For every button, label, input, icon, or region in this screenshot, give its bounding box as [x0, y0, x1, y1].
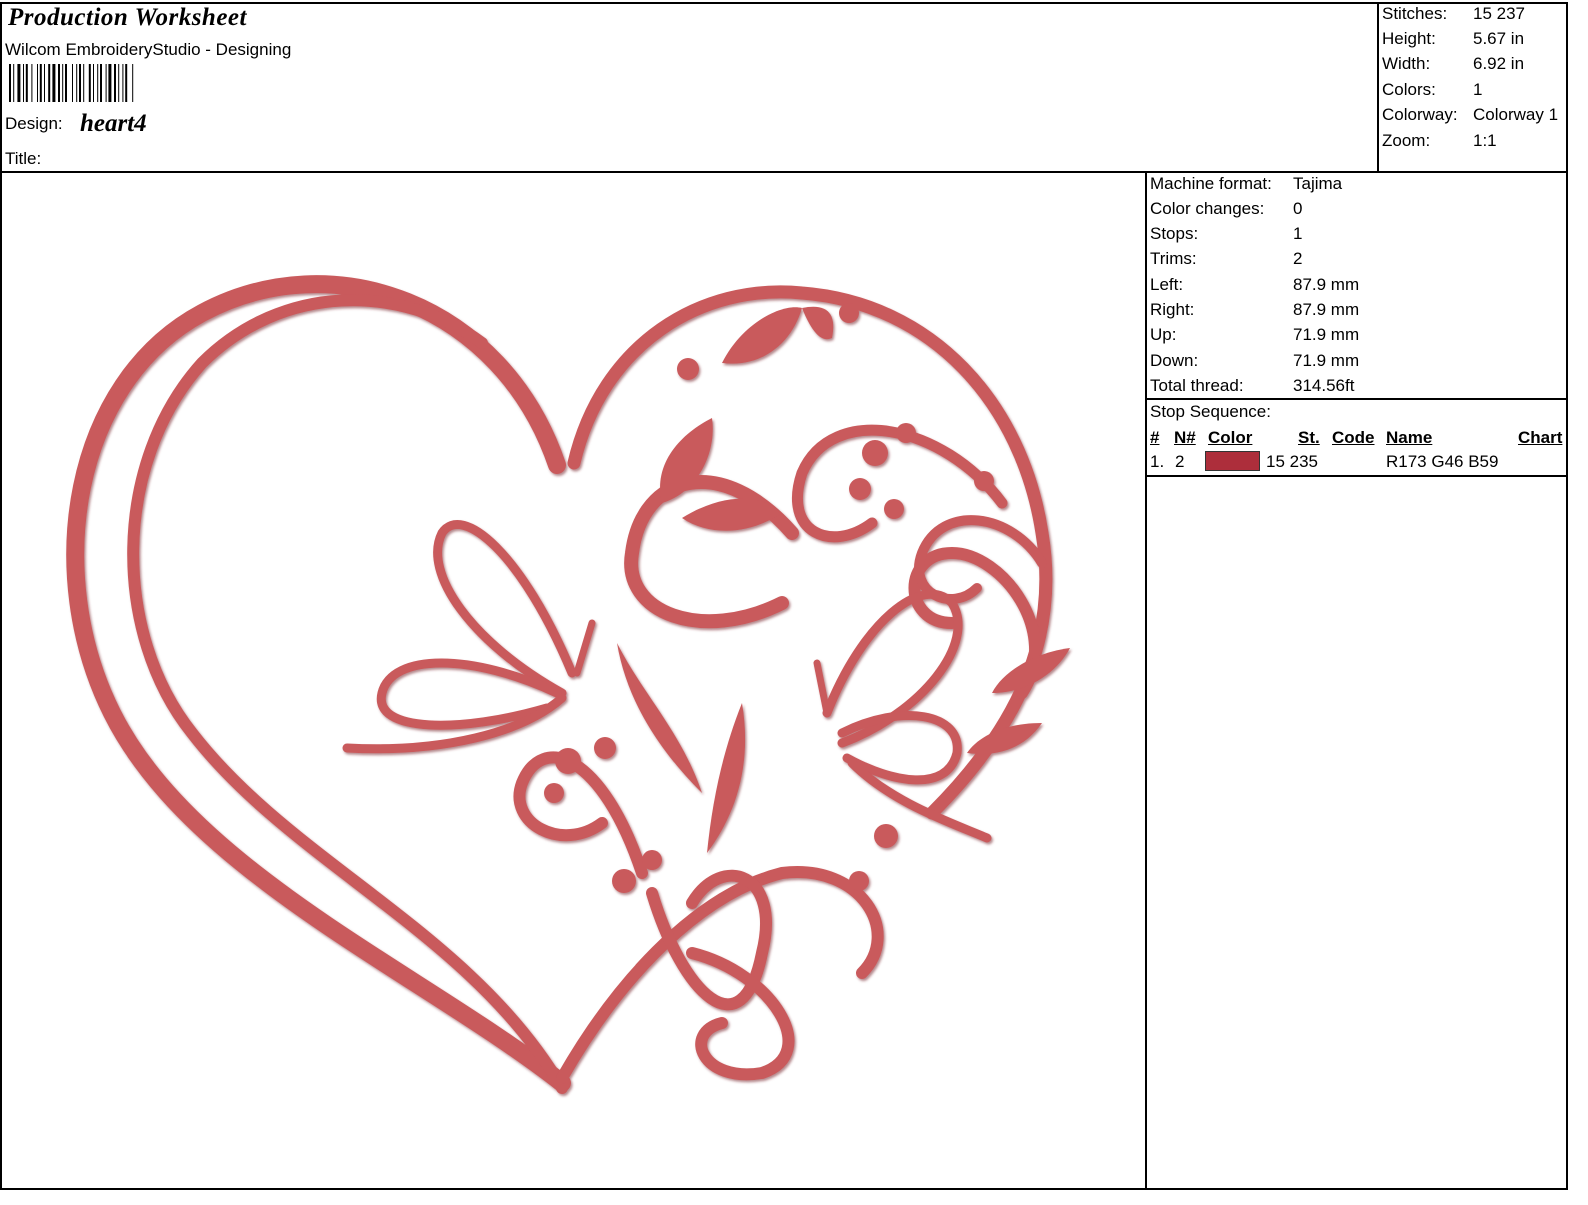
info-label: Trims: — [1150, 249, 1197, 268]
stat-label: Zoom: — [1382, 131, 1431, 150]
right-border — [1566, 2, 1568, 1190]
info-value: 71.9 mm — [1293, 325, 1360, 344]
panel-divider — [1145, 171, 1147, 1189]
app-name: Wilcom EmbroideryStudio - Designing — [5, 40, 292, 59]
info-value: 87.9 mm — [1293, 300, 1360, 319]
info-value: 1 — [1293, 224, 1303, 243]
info-label: Up: — [1150, 325, 1177, 344]
col-header-chart: Chart — [1518, 428, 1563, 447]
butterfly-right — [813, 589, 992, 843]
col-header-name: Name — [1386, 428, 1433, 447]
info-value: 2 — [1293, 249, 1303, 268]
production-worksheet: Production Worksheet Wilcom EmbroiderySt… — [0, 0, 1588, 1205]
row-thread-name: R173 G46 B59 — [1386, 452, 1499, 471]
stat-label: Width: — [1382, 54, 1431, 73]
design-name: heart4 — [80, 110, 147, 137]
stats-divider — [1377, 2, 1379, 172]
stat-label: Stitches: — [1382, 4, 1448, 23]
stat-value: 6.92 in — [1473, 54, 1525, 73]
stat-label: Colorway: — [1382, 105, 1458, 124]
row-index: 1. — [1150, 452, 1165, 471]
col-header-needle: N# — [1174, 428, 1196, 447]
stat-value: Colorway 1 — [1473, 105, 1559, 124]
design-label: Design: — [5, 114, 63, 133]
color-swatch — [1205, 451, 1260, 471]
title-label: Title: — [5, 149, 42, 168]
info-label: Left: — [1150, 275, 1184, 294]
info-value: 87.9 mm — [1293, 275, 1360, 294]
stop-sequence-title: Stop Sequence: — [1150, 402, 1271, 421]
heart-outer-band — [66, 275, 571, 1092]
machine-divider — [1145, 398, 1567, 400]
embroidery-design-preview — [66, 275, 1070, 1094]
barcode-icon — [9, 64, 134, 102]
inner-swirl-top — [624, 475, 799, 629]
lower-hook — [686, 947, 795, 1081]
info-label: Down: — [1150, 351, 1199, 370]
bottom-border — [0, 1188, 1568, 1190]
col-header-stitches: St. — [1298, 428, 1320, 447]
stat-label: Height: — [1382, 29, 1436, 48]
info-value: 71.9 mm — [1293, 351, 1360, 370]
info-label: Right: — [1150, 300, 1195, 319]
info-label: Stops: — [1150, 224, 1199, 243]
stat-value: 1:1 — [1473, 131, 1497, 150]
bottom-vine — [556, 866, 884, 1084]
info-value: 0 — [1293, 199, 1303, 218]
col-header-index: # — [1150, 428, 1160, 447]
worksheet-title: Production Worksheet — [8, 4, 247, 31]
heart-inner-band — [127, 294, 568, 1094]
stat-value: 15 237 — [1473, 4, 1525, 23]
left-curl — [513, 751, 648, 879]
col-header-color: Color — [1208, 428, 1253, 447]
info-label: Color changes: — [1150, 199, 1265, 218]
row-needle: 2 — [1175, 452, 1185, 471]
info-label: Total thread: — [1150, 376, 1244, 395]
col-header-code: Code — [1332, 428, 1375, 447]
stop-sequence-divider — [1145, 475, 1567, 477]
info-value: Tajima — [1293, 174, 1343, 193]
stat-value: 5.67 in — [1473, 29, 1525, 48]
info-label: Machine format: — [1150, 174, 1272, 193]
stat-label: Colors: — [1382, 80, 1436, 99]
info-value: 314.56ft — [1293, 376, 1355, 395]
row-stitches: 15 235 — [1266, 452, 1318, 471]
stat-value: 1 — [1473, 80, 1483, 99]
butterfly-left — [342, 520, 596, 754]
